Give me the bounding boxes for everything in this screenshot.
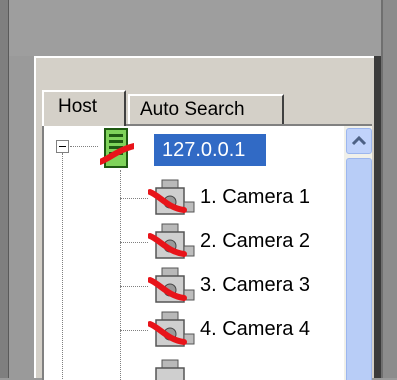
tab-host-label: Host [58, 96, 98, 117]
camera-disconnected-icon [148, 267, 195, 303]
tab-auto-search-label: Auto Search [140, 99, 245, 120]
camera-disconnected-icon [148, 311, 195, 347]
camera-label: 4. Camera 4 [200, 318, 311, 340]
tree-item-camera-4[interactable]: 4. Camera 4 [148, 310, 358, 350]
window-border-right [381, 0, 397, 378]
camera-icon [155, 359, 185, 380]
tree-connector [120, 170, 121, 380]
tree-connector [120, 242, 148, 243]
tree-connector [120, 286, 148, 287]
camera-disconnected-icon [148, 179, 195, 215]
tree-connector [62, 153, 63, 380]
tree-connector [70, 146, 98, 147]
tab-host[interactable]: Host [42, 90, 126, 126]
panel-shadow [374, 56, 381, 378]
camera-label: 1. Camera 1 [200, 186, 311, 208]
scroll-up-button[interactable] [346, 128, 372, 154]
host-panel: Auto Search Host 127.0.0.1 1. Camera 1 2… [34, 56, 374, 380]
tree-item-camera-3[interactable]: 3. Camera 3 [148, 266, 358, 306]
camera-label: 2. Camera 2 [200, 230, 311, 252]
vertical-scrollbar[interactable] [344, 126, 372, 380]
camera-disconnected-icon [148, 223, 195, 259]
tree-item-host[interactable]: 127.0.0.1 [154, 134, 266, 166]
tab-auto-search[interactable]: Auto Search [128, 94, 284, 124]
collapse-toggle[interactable] [56, 140, 69, 153]
camera-label: 3. Camera 3 [200, 274, 311, 296]
chevron-up-icon [351, 135, 367, 146]
tree-item-camera-1[interactable]: 1. Camera 1 [148, 178, 358, 218]
scroll-thumb[interactable] [346, 158, 372, 380]
tree-item-camera-2[interactable]: 2. Camera 2 [148, 222, 358, 262]
window-border-left [0, 0, 9, 378]
tree-connector [120, 330, 148, 331]
host-disconnected-icon [100, 128, 134, 168]
host-tree-view[interactable]: 127.0.0.1 1. Camera 1 2. Camera 2 3. Cam… [42, 124, 372, 380]
window-background [8, 0, 381, 56]
tree-connector [120, 198, 148, 199]
